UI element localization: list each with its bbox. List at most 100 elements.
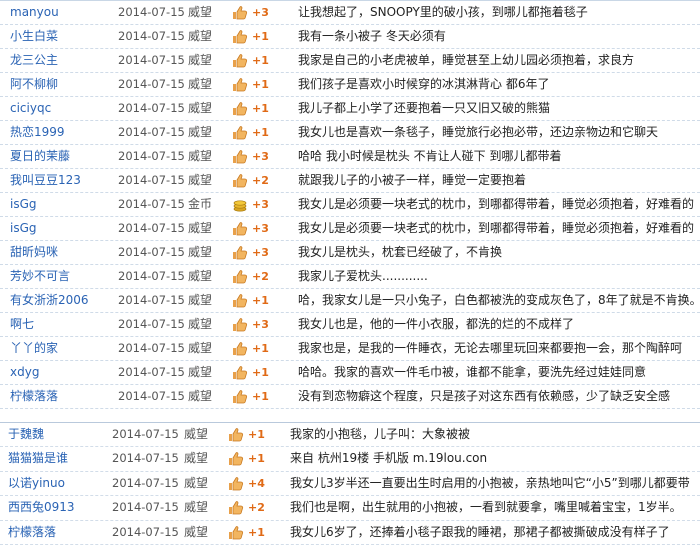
thumbs-up-icon [232,25,250,48]
username-link[interactable]: 夏日的茉藤 [10,145,110,168]
table-row: ciciyqc 2014-07-15 威望 +1 我儿子都上小学了还要抱着一只又旧又破的… [0,97,700,121]
rating-date: 2014-07-15 [112,427,179,441]
rating-type: 威望 [188,341,213,355]
username-link[interactable]: manyou [10,1,110,24]
username-link[interactable]: 有女浙浙2006 [10,289,110,312]
rating-points: +1 [248,428,265,441]
thumbs-up-icon [232,289,250,312]
rating-points: +1 [252,30,269,43]
username-link[interactable]: xdyg [10,361,110,384]
username-link[interactable]: isGg [10,217,110,240]
rating-reason: 我女儿也是喜欢一条毯子，睡觉旅行必抱必带，还边亲物边和它聊天 [298,125,659,139]
table-row: isGg 2014-07-15 威望 +3 我女儿是必须要一块老式的枕巾，到哪都得带着，… [0,217,700,241]
username-link[interactable]: 丫丫的家 [10,337,110,360]
rating-type: 威望 [188,29,213,43]
username-link[interactable]: 热恋1999 [10,121,110,144]
rating-type: 威望 [188,245,213,259]
rating-date: 2014-07-15 [118,341,185,355]
table-row: manyou 2014-07-15 威望 +3 让我想起了，SNOOPY里的破小孩，到哪… [0,1,700,25]
rating-date: 2014-07-15 [118,269,185,283]
rating-points: +1 [252,390,269,403]
table-row: 柠檬落落 2014-07-15 威望 +1 没有到恋物癖这个程度，只是孩子对这东西有依赖… [0,385,700,409]
rating-reason: 我女儿是必须要一块老式的枕巾，到哪都得带着，睡觉必须抱着，好难看的 [298,221,695,235]
username-link[interactable]: 甜昕妈咪 [10,241,110,264]
rating-points: +3 [252,198,269,211]
table-row: 有女浙浙2006 2014-07-15 威望 +1 哈，我家女儿是一只小兔子，白色都被洗… [0,289,700,313]
rating-reason: 让我想起了，SNOOPY里的破小孩，到哪儿都拖着毯子 [298,5,588,19]
thumbs-up-icon [232,217,250,240]
rating-date: 2014-07-15 [118,77,185,91]
rating-type: 威望 [184,427,209,441]
rating-points: +3 [252,6,269,19]
rating-date: 2014-07-15 [112,451,179,466]
table-row: 我叫豆豆123 2014-07-15 威望 +2 就跟我儿子的小被子一样，睡觉一定要抱着 [0,169,700,193]
thumbs-up-icon [232,49,250,72]
rating-points: +1 [252,294,269,307]
rating-date: 2014-07-15 [118,173,185,187]
rating-points: +1 [252,102,269,115]
thumbs-up-icon [232,73,250,96]
rating-date: 2014-07-15 [118,389,185,403]
thumbs-up-icon [232,1,250,24]
thumbs-up-icon [232,169,250,192]
rating-date: 2014-07-15 [112,500,179,515]
username-link[interactable]: ciciyqc [10,97,110,120]
thumbs-up-icon [228,496,246,519]
table-row: 芳妙不可言 2014-07-15 威望 +2 我家儿子爱枕头............ [0,265,700,289]
rating-date: 2014-07-15 [112,524,179,539]
rating-reason: 我们也是啊，出生就用的小抱被，一看到就要拿，嘴里喊着宝宝，1岁半。 [290,500,682,515]
username-link[interactable]: 龙三公主 [10,49,110,72]
rating-date: 2014-07-15 [118,197,185,211]
username-link[interactable]: 我叫豆豆123 [10,169,110,192]
rating-reason: 我家是自己的小老虎被单，睡觉甚至上幼儿园必须抱着，求良方 [298,53,635,67]
thumbs-up-icon [232,97,250,120]
table-row: 丫丫的家 2014-07-15 威望 +1 我家也是，是我的一件睡衣，无论去哪里玩回来都… [0,337,700,361]
thumbs-up-icon [228,472,246,495]
thumbs-up-icon [228,521,246,544]
rating-points: +3 [252,222,269,235]
section-divider [0,410,700,422]
rating-reason: 我家的小抱毯，儿子叫：大象被被 [290,427,471,441]
rating-points: +3 [252,318,269,331]
rating-points: +1 [248,525,265,539]
table-row: 柠檬落落 2014-07-15 威望 +1 我女儿6岁了，还捧着小毯子跟我的睡裙，那裙子… [0,521,700,545]
rating-points: +1 [252,126,269,139]
username-link[interactable]: 柠檬落落 [8,521,108,544]
table-row: 啊七 2014-07-15 威望 +3 我女儿也是，他的一件小衣服，都洗的烂的不成样了 [0,313,700,337]
username-link[interactable]: 芳妙不可言 [10,265,110,288]
username-link[interactable]: isGg [10,193,110,216]
username-link[interactable]: 啊七 [10,313,110,336]
username-link[interactable]: 阿不柳柳 [10,73,110,96]
rating-type: 威望 [188,101,213,115]
rating-date: 2014-07-15 [118,125,185,139]
thumbs-up-icon [232,241,250,264]
rating-date: 2014-07-15 [118,221,185,235]
rating-type: 威望 [184,524,209,539]
rating-type: 威望 [188,389,213,403]
rating-points: +1 [252,342,269,355]
rating-reason: 哈，我家女儿是一只小兔子，白色都被洗的变成灰色了，8年了就是不肯换。 [298,293,698,307]
rating-type: 威望 [188,5,213,19]
username-link[interactable]: 柠檬落落 [10,385,110,408]
rating-date: 2014-07-15 [112,475,179,490]
table-row: 夏日的茉藤 2014-07-15 威望 +3 哈哈 我小时候是枕头 不肯让人碰下 到哪儿… [0,145,700,169]
username-link[interactable]: 西西兔0913 [8,496,108,519]
table-row: 龙三公主 2014-07-15 威望 +1 我家是自己的小老虎被单，睡觉甚至上幼儿园必须… [0,49,700,73]
rating-points: +2 [252,270,269,283]
rating-type: 威望 [184,475,209,490]
rating-type: 威望 [188,293,213,307]
rating-type: 威望 [188,77,213,91]
username-link[interactable]: 以诺yinuo [8,472,108,495]
thumbs-up-icon [232,337,250,360]
username-link[interactable]: 小生白菜 [10,25,110,48]
table-row: 阿不柳柳 2014-07-15 威望 +1 我们孩子是喜欢小时候穿的冰淇淋背心 都6年了 [0,73,700,97]
username-link[interactable]: 猫猫猫是谁 [8,447,108,470]
rating-points: +1 [252,366,269,379]
rating-log-table-2: 于魏魏 2014-07-15 威望 +1 我家的小抱毯，儿子叫：大象被被猫猫猫是谁 201… [0,422,700,545]
rating-date: 2014-07-15 [118,317,185,331]
rating-type: 威望 [188,173,213,187]
table-row: 猫猫猫是谁 2014-07-15 威望 +1 来自 杭州19楼 手机版 m.19lou.… [0,447,700,472]
rating-reason: 我女儿是必须要一块老式的枕巾，到哪都得带着，睡觉必须抱着，好难看的 [298,197,695,211]
rating-reason: 我有一条小被子 冬天必须有 [298,29,446,43]
username-link[interactable]: 于魏魏 [8,423,108,446]
